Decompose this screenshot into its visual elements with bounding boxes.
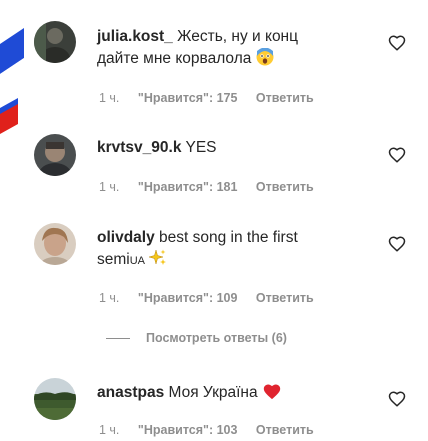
like-heart-icon[interactable]	[388, 235, 406, 253]
comment-time[interactable]: 1 ч.	[99, 291, 119, 305]
comment-meta: 1 ч. "Нравится": 109 Ответить	[99, 291, 329, 309]
comment-likes[interactable]: "Нравится": 103	[138, 423, 238, 437]
comment-meta: 1 ч. "Нравится": 175 Ответить	[99, 91, 329, 109]
avatar[interactable]	[34, 134, 76, 176]
comment-likes[interactable]: "Нравится": 181	[138, 180, 238, 194]
avatar[interactable]	[34, 223, 76, 265]
comment-username[interactable]: anastpas	[97, 384, 164, 401]
like-heart-icon[interactable]	[388, 146, 406, 164]
comment-time[interactable]: 1 ч.	[99, 91, 119, 105]
comment-body: YES	[185, 139, 217, 156]
comment-username[interactable]: krvtsv_90.k	[97, 139, 181, 156]
like-heart-icon[interactable]	[388, 34, 406, 52]
avatar[interactable]	[34, 21, 76, 63]
flag-fragment-decoration	[0, 18, 24, 134]
sparkles-emoji-icon	[148, 249, 167, 274]
comment-time[interactable]: 1 ч.	[99, 423, 119, 437]
view-replies-label: Посмотреть ответы (6)	[146, 331, 287, 345]
comment-likes[interactable]: "Нравится": 109	[138, 291, 238, 305]
fearful-face-emoji-icon	[256, 47, 274, 73]
comment-body: best song in the first	[159, 229, 298, 246]
reply-button[interactable]: Ответить	[256, 180, 314, 194]
reply-button[interactable]: Ответить	[256, 423, 314, 437]
comment-username[interactable]: julia.kost_	[97, 28, 173, 45]
comment-text: olivdaly best song in the first semiUA	[97, 227, 367, 274]
view-replies-button[interactable]: Посмотреть ответы (6)	[106, 331, 287, 349]
reply-button[interactable]: Ответить	[256, 291, 314, 305]
comment-meta: 1 ч. "Нравится": 103 Ответить	[99, 423, 329, 441]
comment-meta: 1 ч. "Нравится": 181 Ответить	[99, 180, 329, 198]
comment-text: anastpas Моя Україна	[97, 382, 367, 407]
like-heart-icon[interactable]	[388, 390, 406, 408]
comment-text: krvtsv_90.k YES	[97, 137, 367, 159]
avatar[interactable]	[34, 378, 76, 420]
comment-body: Жесть, ну и конц	[177, 28, 298, 45]
comment-body: Моя Україна	[168, 384, 258, 401]
reply-button[interactable]: Ответить	[256, 91, 314, 105]
replies-divider	[106, 338, 130, 340]
comment-body-line2: semi	[97, 251, 130, 268]
comment-username[interactable]: olivdaly	[97, 229, 155, 246]
comment-time[interactable]: 1 ч.	[99, 180, 119, 194]
ua-badge: UA	[129, 255, 146, 267]
comment-body-line2: дайте мне корвалола	[97, 50, 252, 67]
comment-text: julia.kost_ Жесть, ну и конц дайте мне к…	[97, 26, 367, 73]
comment-likes[interactable]: "Нравится": 175	[138, 91, 238, 105]
red-heart-emoji-icon	[262, 382, 282, 407]
